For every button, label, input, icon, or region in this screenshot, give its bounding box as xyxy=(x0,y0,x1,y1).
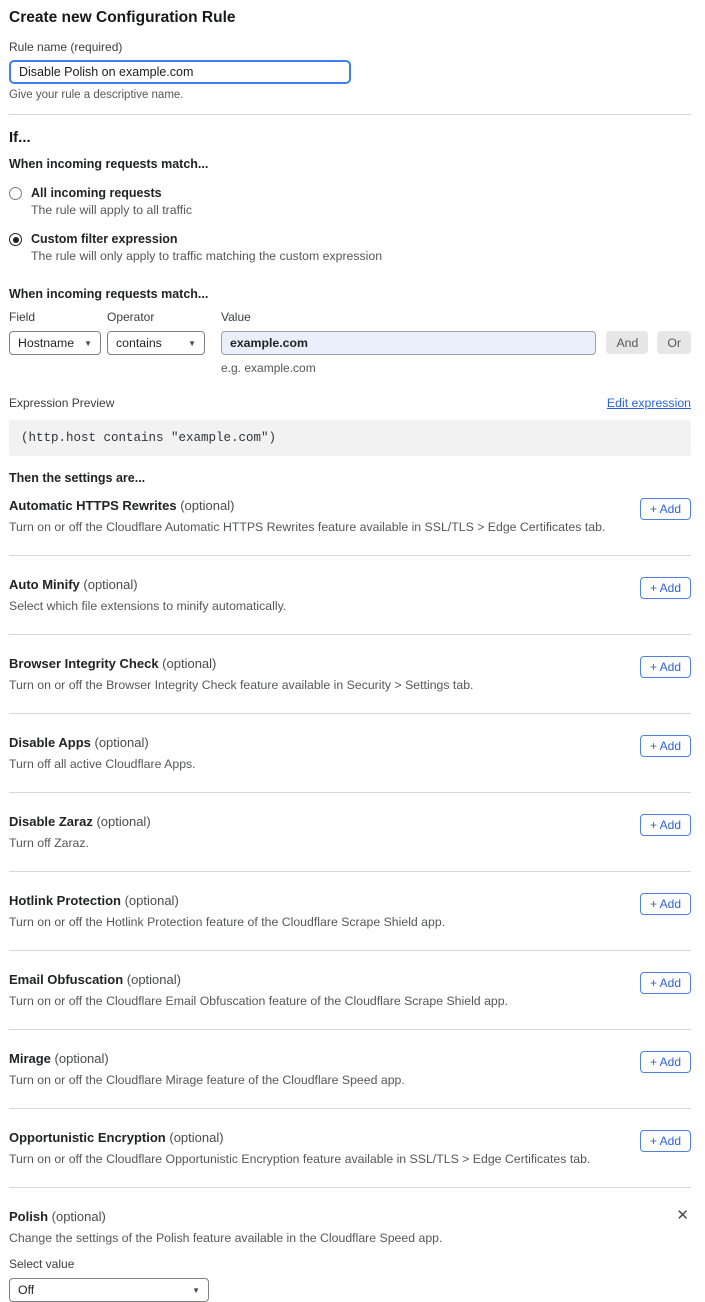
optional-suffix: (optional) xyxy=(180,498,234,513)
or-button[interactable]: Or xyxy=(657,331,691,354)
setting-row-automatic-https-rewrites: Automatic HTTPS Rewrites (optional) Turn… xyxy=(9,485,691,556)
add-button[interactable]: + Add xyxy=(640,498,691,520)
optional-suffix: (optional) xyxy=(55,1051,109,1066)
add-button[interactable]: + Add xyxy=(640,893,691,915)
field-label: Field xyxy=(9,310,101,324)
setting-name: Opportunistic Encryption xyxy=(9,1130,166,1145)
field-select-value: Hostname xyxy=(18,336,74,350)
radio-option-custom-filter[interactable]: Custom filter expression The rule will o… xyxy=(9,232,691,263)
value-input[interactable] xyxy=(221,331,596,355)
setting-row-auto-minify: Auto Minify (optional) Select which file… xyxy=(9,556,691,635)
optional-suffix: (optional) xyxy=(127,972,181,987)
setting-row-disable-zaraz: Disable Zaraz (optional) Turn off Zaraz.… xyxy=(9,793,691,872)
add-button[interactable]: + Add xyxy=(640,656,691,678)
setting-name: Automatic HTTPS Rewrites xyxy=(9,498,177,513)
optional-suffix: (optional) xyxy=(162,656,216,671)
radio-description: The rule will only apply to traffic matc… xyxy=(31,249,382,263)
add-button[interactable]: + Add xyxy=(640,1130,691,1152)
polish-select-value: Off xyxy=(18,1283,34,1297)
expression-builder-row: Field Hostname ▼ Operator contains ▼ Val… xyxy=(9,310,691,375)
setting-row-email-obfuscation: Email Obfuscation (optional) Turn on or … xyxy=(9,951,691,1030)
add-button[interactable]: + Add xyxy=(640,814,691,836)
add-button[interactable]: + Add xyxy=(640,1051,691,1073)
optional-suffix: (optional) xyxy=(96,814,150,829)
rule-name-input[interactable] xyxy=(9,60,351,84)
select-value-label: Select value xyxy=(9,1257,691,1271)
radio-selected-icon[interactable] xyxy=(9,233,22,246)
setting-name: Disable Apps xyxy=(9,735,91,750)
polish-value-select[interactable]: Off ▼ xyxy=(9,1278,209,1302)
radio-description: The rule will apply to all traffic xyxy=(31,203,192,217)
value-hint: e.g. example.com xyxy=(221,361,596,375)
expression-preview-label: Expression Preview xyxy=(9,396,114,410)
chevron-down-icon: ▼ xyxy=(84,339,92,348)
close-icon[interactable]: ✕ xyxy=(676,1208,689,1223)
setting-name: Polish xyxy=(9,1209,48,1224)
setting-name: Disable Zaraz xyxy=(9,814,93,829)
setting-name: Email Obfuscation xyxy=(9,972,123,987)
operator-label: Operator xyxy=(107,310,205,324)
optional-suffix: (optional) xyxy=(52,1209,106,1224)
edit-expression-link[interactable]: Edit expression xyxy=(607,396,691,410)
radio-unselected-icon[interactable] xyxy=(9,187,22,200)
optional-suffix: (optional) xyxy=(95,735,149,750)
expression-preview-code: (http.host contains "example.com") xyxy=(9,420,691,456)
setting-description: Turn off all active Cloudflare Apps. xyxy=(9,757,196,771)
radio-label: All incoming requests xyxy=(31,186,192,200)
rule-name-help: Give your rule a descriptive name. xyxy=(9,89,691,101)
setting-description: Change the settings of the Polish featur… xyxy=(9,1231,691,1245)
radio-label: Custom filter expression xyxy=(31,232,382,246)
optional-suffix: (optional) xyxy=(83,577,137,592)
setting-description: Select which file extensions to minify a… xyxy=(9,599,286,613)
radio-option-all-incoming[interactable]: All incoming requests The rule will appl… xyxy=(9,186,691,217)
operator-select[interactable]: contains ▼ xyxy=(107,331,205,355)
match-subheading: When incoming requests match... xyxy=(9,157,691,171)
optional-suffix: (optional) xyxy=(169,1130,223,1145)
setting-name: Auto Minify xyxy=(9,577,80,592)
setting-row-hotlink-protection: Hotlink Protection (optional) Turn on or… xyxy=(9,872,691,951)
setting-row-opportunistic-encryption: Opportunistic Encryption (optional) Turn… xyxy=(9,1109,691,1188)
add-button[interactable]: + Add xyxy=(640,577,691,599)
field-select[interactable]: Hostname ▼ xyxy=(9,331,101,355)
setting-description: Turn on or off the Cloudflare Opportunis… xyxy=(9,1152,590,1166)
setting-name: Mirage xyxy=(9,1051,51,1066)
chevron-down-icon: ▼ xyxy=(192,1286,200,1295)
page-title: Create new Configuration Rule xyxy=(9,9,691,27)
chevron-down-icon: ▼ xyxy=(188,339,196,348)
setting-row-polish: ✕ Polish (optional) Change the settings … xyxy=(9,1188,691,1302)
setting-description: Turn on or off the Hotlink Protection fe… xyxy=(9,915,445,929)
builder-heading: When incoming requests match... xyxy=(9,287,691,301)
value-label: Value xyxy=(221,310,596,324)
divider xyxy=(9,114,691,115)
setting-description: Turn on or off the Cloudflare Email Obfu… xyxy=(9,994,508,1008)
if-heading: If... xyxy=(9,129,691,146)
setting-name: Browser Integrity Check xyxy=(9,656,159,671)
setting-description: Turn on or off the Cloudflare Automatic … xyxy=(9,520,605,534)
setting-row-disable-apps: Disable Apps (optional) Turn off all act… xyxy=(9,714,691,793)
add-button[interactable]: + Add xyxy=(640,972,691,994)
add-button[interactable]: + Add xyxy=(640,735,691,757)
then-settings-heading: Then the settings are... xyxy=(9,471,691,485)
rule-name-label: Rule name (required) xyxy=(9,40,691,54)
setting-name: Hotlink Protection xyxy=(9,893,121,908)
setting-row-browser-integrity-check: Browser Integrity Check (optional) Turn … xyxy=(9,635,691,714)
operator-select-value: contains xyxy=(116,336,162,350)
and-button[interactable]: And xyxy=(606,331,648,354)
setting-description: Turn off Zaraz. xyxy=(9,836,151,850)
setting-description: Turn on or off the Cloudflare Mirage fea… xyxy=(9,1073,405,1087)
setting-description: Turn on or off the Browser Integrity Che… xyxy=(9,678,473,692)
optional-suffix: (optional) xyxy=(125,893,179,908)
setting-row-mirage: Mirage (optional) Turn on or off the Clo… xyxy=(9,1030,691,1109)
